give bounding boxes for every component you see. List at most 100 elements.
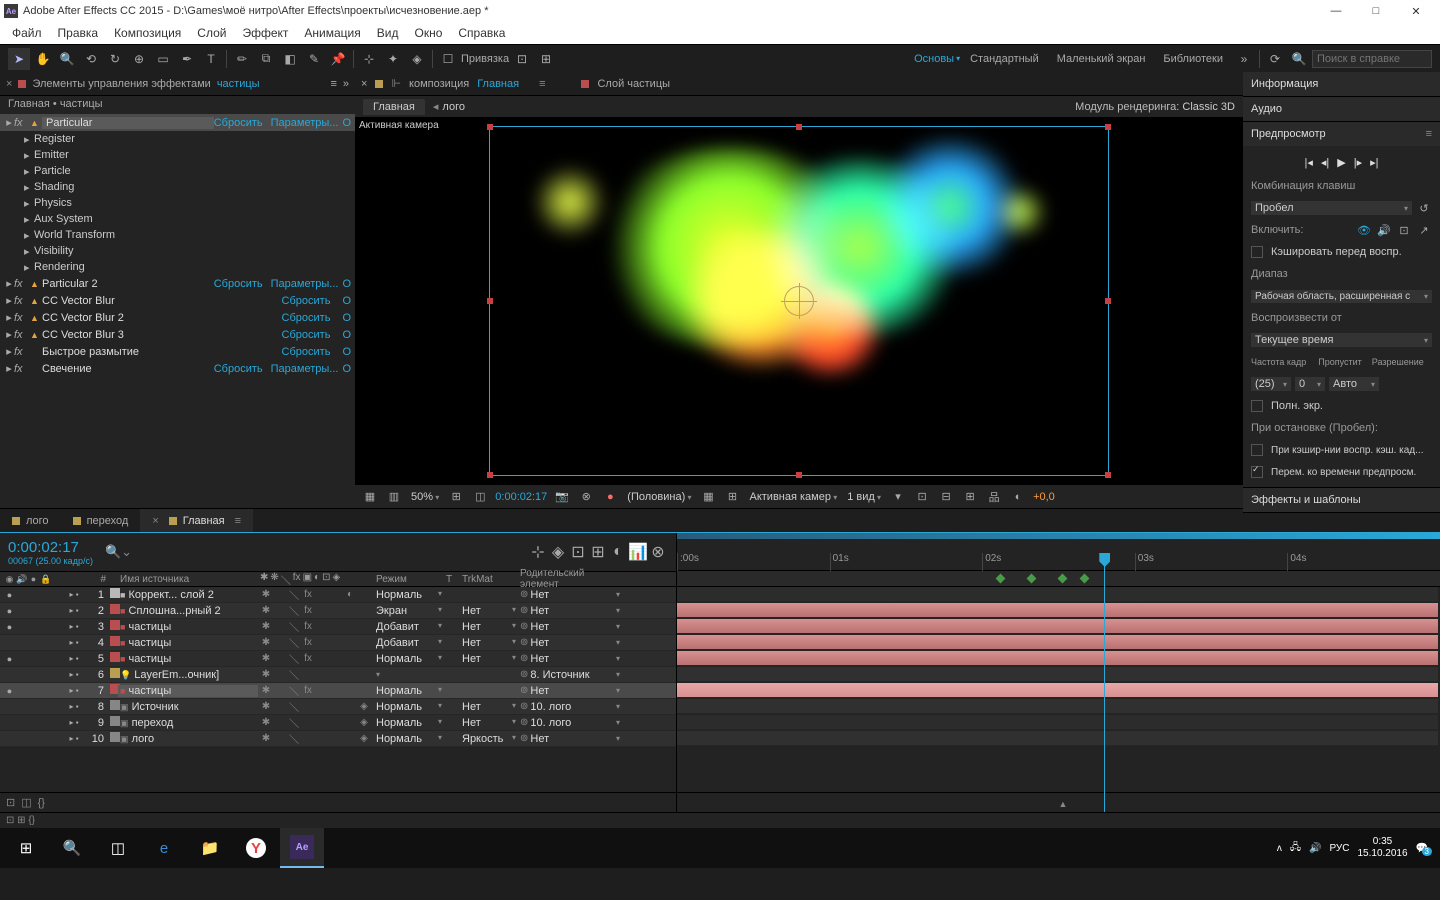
close-tab-icon[interactable]: ×	[6, 78, 12, 90]
anchor-tool-icon[interactable]: ⊕	[128, 48, 150, 70]
layer-row[interactable]: ●▸ ▪2■ Сплошна...рный 2✱＼fxЭкранНет⊚Нет	[0, 603, 676, 619]
view-axis-icon[interactable]: ◈	[406, 48, 428, 70]
panel-menu-icon[interactable]: ≡	[1426, 128, 1432, 140]
col-name[interactable]: Имя источника	[118, 574, 258, 585]
comp-mini-flow-icon[interactable]: ⊹	[528, 542, 548, 562]
transparency-grid-icon[interactable]: ▥	[385, 488, 403, 506]
views-dropdown[interactable]: 1 вид	[845, 491, 883, 503]
start-button[interactable]: ⊞	[4, 828, 48, 868]
rotate-tool-icon[interactable]: ↻	[104, 48, 126, 70]
flowchart-icon[interactable]: ⊩	[391, 77, 401, 90]
snap-toggle-icon[interactable]: ☐	[437, 48, 459, 70]
menu-animation[interactable]: Анимация	[296, 24, 368, 42]
effect-header[interactable]: ▸fxСвечениеСброситьПараметры...О	[0, 360, 355, 377]
effect-group[interactable]: ▸Particle	[0, 163, 355, 179]
sync-icon[interactable]: ⟳	[1264, 48, 1286, 70]
tl-toggle-switches-icon[interactable]: ⊡	[6, 796, 15, 809]
overlay-toggle-icon[interactable]: ⊡	[1396, 222, 1412, 238]
layer-duration-bar[interactable]	[677, 715, 1438, 730]
tl-toggle-modes-icon[interactable]: ◫	[21, 796, 31, 809]
shortcut-select[interactable]: Пробел	[1251, 201, 1412, 215]
channel-icon[interactable]: ●	[601, 488, 619, 506]
effect-header[interactable]: ▸fx▲ParticularСброситьПараметры...О	[0, 114, 355, 131]
playfrom-select[interactable]: Текущее время	[1251, 333, 1432, 347]
search-taskbar-icon[interactable]: 🔍	[50, 828, 94, 868]
composition-frame[interactable]	[489, 126, 1109, 476]
effect-header[interactable]: ▸fx▲CC Vector Blur 3СброситьО	[0, 326, 355, 343]
layer-row[interactable]: ●▸ ▪3■ частицы✱＼fxДобавитНет⊚Нет	[0, 619, 676, 635]
workspace-libraries[interactable]: Библиотеки	[1155, 53, 1231, 65]
timeline-timecode[interactable]: 0:00:02:17	[8, 539, 93, 556]
time-navigator[interactable]	[677, 533, 1440, 539]
brain-icon[interactable]: ⊗	[648, 542, 668, 562]
effect-header[interactable]: ▸fx▲CC Vector Blur 2СброситьО	[0, 309, 355, 326]
menu-window[interactable]: Окно	[406, 24, 450, 42]
layer-row[interactable]: ▸ ▪6💡 LayerEm...очник]✱＼⊚8. Источник	[0, 667, 676, 683]
layer-duration-bar[interactable]	[677, 667, 1438, 682]
orbit-tool-icon[interactable]: ⟲	[80, 48, 102, 70]
effect-header[interactable]: ▸fx▲CC Vector BlurСброситьО	[0, 292, 355, 309]
fx-templates-header[interactable]: Эффекты и шаблоны	[1243, 488, 1440, 512]
local-axis-icon[interactable]: ⊹	[358, 48, 380, 70]
timeline-tab-logo[interactable]: лого	[0, 509, 61, 532]
layer-row[interactable]: ▸ ▪4■ частицы✱＼fxДобавитНет⊚Нет	[0, 635, 676, 651]
view1-icon[interactable]: ⊡	[913, 488, 931, 506]
effect-header[interactable]: ▸fxБыстрое размытиеСброситьО	[0, 343, 355, 360]
task-view-icon[interactable]: ◫	[96, 828, 140, 868]
snap-opt2-icon[interactable]: ⊞	[535, 48, 557, 70]
tray-volume-icon[interactable]: 🔊	[1309, 843, 1321, 854]
menu-effect[interactable]: Эффект	[234, 24, 296, 42]
puppet-tool-icon[interactable]: 📌	[327, 48, 349, 70]
zoom-dropdown[interactable]: 50%	[409, 491, 441, 503]
timeline-graph[interactable]: :00s01s02s03s04s ▲	[677, 533, 1440, 812]
workspace-small[interactable]: Маленький экран	[1049, 53, 1154, 65]
effect-group[interactable]: ▸Emitter	[0, 147, 355, 163]
exposure-reset-icon[interactable]: ◐	[1009, 488, 1027, 506]
layer-duration-bar[interactable]	[677, 731, 1438, 746]
layer-row[interactable]: ●▸ ▪5■ частицы✱＼fxНормальНет⊚Нет	[0, 651, 676, 667]
layer-duration-bar[interactable]	[677, 699, 1438, 714]
tray-chevron-icon[interactable]: ʌ	[1277, 843, 1282, 854]
text-tool-icon[interactable]: T	[200, 48, 222, 70]
tl-toggle-in-out-icon[interactable]: {}	[38, 797, 45, 809]
audio-toggle-icon[interactable]: 🔊	[1376, 222, 1392, 238]
tray-clock[interactable]: 0:3515.10.2016	[1357, 836, 1407, 860]
motion-blur-icon[interactable]: ◐	[608, 542, 628, 562]
panel-menu-icon[interactable]: ≡	[539, 78, 545, 90]
resolution-icon[interactable]: ⊞	[447, 488, 465, 506]
selection-handle[interactable]	[487, 472, 493, 478]
res-select[interactable]: Авто	[1329, 377, 1379, 391]
graph-editor-icon[interactable]: 📊	[628, 542, 648, 562]
layer-duration-bar[interactable]	[677, 635, 1438, 650]
panel-menu-icon[interactable]: ≡	[330, 78, 336, 90]
layer-tab[interactable]: Слой частицы	[597, 78, 670, 90]
maximize-button[interactable]: □	[1356, 0, 1396, 22]
pen-tool-icon[interactable]: ✒	[176, 48, 198, 70]
after-effects-taskbar-icon[interactable]: Ae	[280, 828, 324, 868]
workspace-more-icon[interactable]: »	[1233, 48, 1255, 70]
tray-notifications-icon[interactable]: 💬3	[1416, 843, 1428, 854]
menu-file[interactable]: Файл	[4, 24, 50, 42]
prev-frame-icon[interactable]: ◂|	[1321, 156, 1329, 169]
layer-row[interactable]: ●▸ ▪1■ Коррект... слой 2✱＼fx◐Нормаль⊚Нет	[0, 587, 676, 603]
search-icon[interactable]: 🔍	[1288, 48, 1310, 70]
eraser-tool-icon[interactable]: ◧	[279, 48, 301, 70]
tray-language[interactable]: РУС	[1329, 843, 1349, 854]
col-trkmat[interactable]: TrkMat	[460, 574, 518, 585]
layer-row[interactable]: ▸ ▪10▣ лого✱＼◈НормальЯркость⊚Нет	[0, 731, 676, 747]
workspace-essentials[interactable]: Основы	[914, 53, 954, 65]
selection-tool-icon[interactable]: ➤	[8, 48, 30, 70]
layer-duration-bar[interactable]	[677, 619, 1438, 634]
comp-tab-name[interactable]: Главная	[477, 78, 519, 90]
effect-group[interactable]: ▸World Transform	[0, 227, 355, 243]
fps-select[interactable]: (25)	[1251, 377, 1291, 391]
menu-layer[interactable]: Слой	[189, 24, 234, 42]
layer-duration-bar[interactable]	[677, 651, 1438, 666]
timeline-ruler[interactable]: :00s01s02s03s04s	[677, 533, 1440, 571]
frame-blend-icon[interactable]: ⊞	[588, 542, 608, 562]
goto-start-icon[interactable]: |◂	[1304, 156, 1312, 169]
layer-row[interactable]: ▸ ▪9▣ переход✱＼◈НормальНет⊚10. лого	[0, 715, 676, 731]
layer-duration-bar[interactable]	[677, 603, 1438, 618]
composition-viewport[interactable]: Активная камера	[355, 118, 1243, 484]
workspace-standard[interactable]: Стандартный	[962, 53, 1047, 65]
